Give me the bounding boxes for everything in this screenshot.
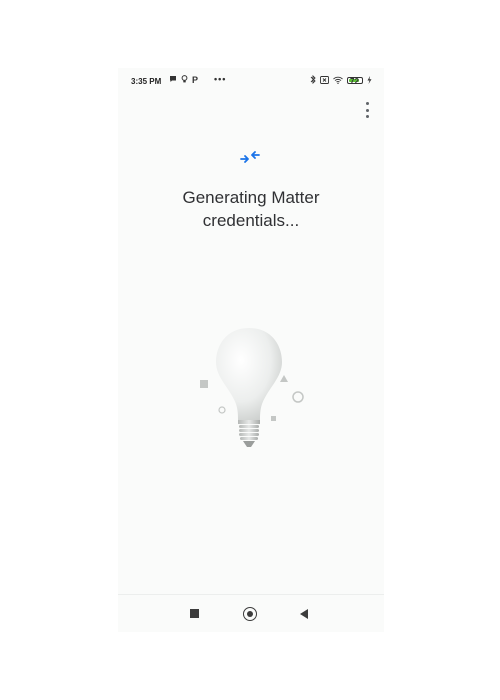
status-right-icons: 72 [310, 74, 372, 86]
sync-arrows-icon [240, 150, 260, 164]
page-title: Generating Matter credentials... [182, 188, 320, 230]
p-icon: P [192, 75, 199, 85]
chat-bubble-icon [169, 75, 177, 85]
circle-home-icon[interactable] [243, 607, 257, 621]
triangle-back-icon[interactable] [300, 609, 308, 619]
status-time: 3:35 PM [131, 77, 162, 86]
navigation-bar [118, 594, 384, 632]
square-icon[interactable] [190, 609, 199, 618]
battery-icon: 72 [347, 77, 363, 86]
status-left-icons: P [169, 75, 198, 85]
phone-screen: 3:35 PM P ••• 72 Generating Matter crede… [118, 68, 384, 632]
overflow-menu-icon[interactable] [364, 102, 370, 118]
more-notifications-icon: ••• [214, 74, 227, 84]
bluetooth-icon [310, 74, 316, 86]
battery-level: 72 [350, 77, 359, 86]
lightbulb-icon [181, 75, 188, 85]
sim-x-icon [320, 75, 329, 86]
lightbulb-illustration [194, 326, 304, 456]
wifi-icon [333, 76, 343, 86]
charging-bolt-icon [367, 75, 372, 86]
status-bar: 3:35 PM P ••• 72 [118, 68, 384, 94]
